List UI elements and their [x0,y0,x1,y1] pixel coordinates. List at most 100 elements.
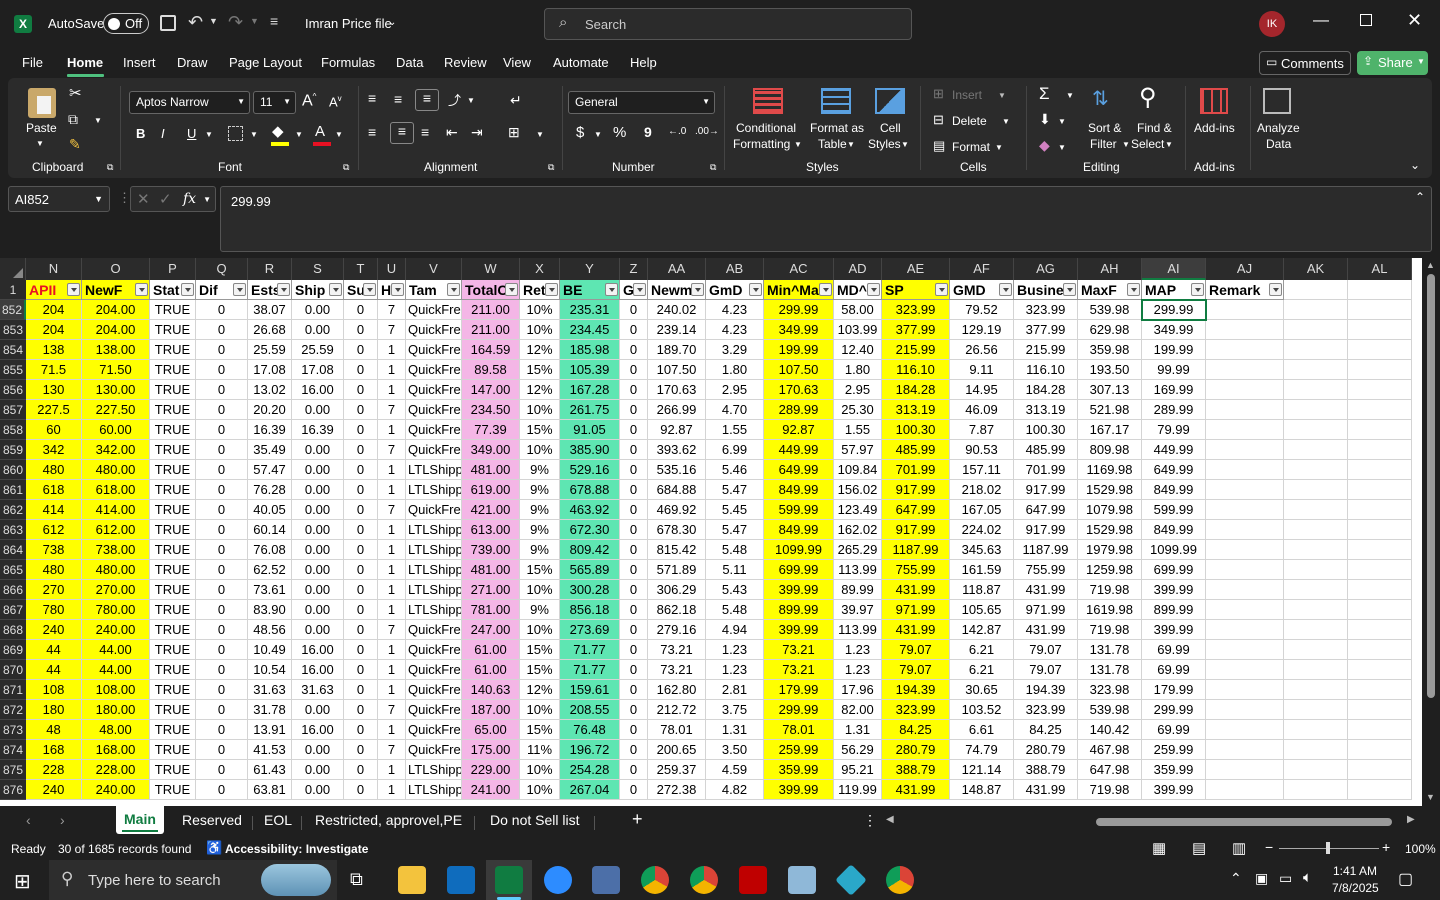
table-cell[interactable]: 0 [344,700,378,720]
table-cell[interactable]: 0 [196,400,248,420]
undo-dropdown-icon[interactable]: ▼ [209,16,218,26]
sheet-prev-icon[interactable]: ‹ [26,812,31,828]
row-header[interactable]: 874 [0,740,26,760]
table-cell[interactable]: 0 [344,420,378,440]
table-cell[interactable]: TRUE [150,500,196,520]
empty-cell[interactable] [1348,380,1412,400]
table-cell[interactable]: 862.18 [648,600,706,620]
table-cell[interactable]: 168.00 [82,740,150,760]
empty-cell[interactable] [1348,400,1412,420]
empty-cell[interactable] [1284,760,1348,780]
table-cell[interactable]: 0 [620,440,648,460]
table-cell[interactable]: 9% [520,500,560,520]
percent-button[interactable]: % [613,124,626,141]
table-cell[interactable]: 138 [26,340,82,360]
table-cell[interactable]: 612.00 [82,520,150,540]
table-cell[interactable]: 108 [26,680,82,700]
format-chevron-icon[interactable]: ▼ [995,143,1003,152]
underline-button[interactable]: U [187,126,196,141]
table-cell[interactable]: 199.99 [1142,340,1206,360]
empty-cell[interactable] [1348,500,1412,520]
row-header[interactable]: 870 [0,660,26,680]
copy-icon[interactable]: ⧉ [68,111,78,128]
table-cell[interactable]: 1.31 [834,720,882,740]
table-cell[interactable]: 239.14 [648,320,706,340]
table-cell[interactable]: 678.30 [648,520,706,540]
autosum-chevron-icon[interactable]: ▼ [1066,91,1074,100]
table-cell[interactable]: 0 [196,600,248,620]
empty-cell[interactable] [1206,500,1284,520]
borders-icon[interactable] [228,126,243,141]
table-cell[interactable]: 15% [520,640,560,660]
table-cell[interactable]: 6.21 [950,660,1014,680]
table-cell[interactable]: 10.49 [248,640,292,660]
table-cell[interactable]: 5.48 [706,600,764,620]
table-cell[interactable]: 12% [520,380,560,400]
table-cell[interactable]: 4.59 [706,760,764,780]
table-cell[interactable]: 719.98 [1078,580,1142,600]
table-cell[interactable]: 529.16 [560,460,620,480]
table-cell[interactable]: 0 [620,520,648,540]
autosave-toggle[interactable]: Off [103,13,149,34]
table-cell[interactable]: 388.79 [1014,760,1078,780]
table-cell[interactable]: 35.49 [248,440,292,460]
table-cell[interactable]: 31.63 [292,680,344,700]
empty-cell[interactable] [1206,320,1284,340]
table-cell[interactable]: 1 [378,540,406,560]
table-cell[interactable]: 44.00 [82,640,150,660]
table-cell[interactable]: 917.99 [1014,520,1078,540]
empty-cell[interactable] [1206,340,1284,360]
table-cell[interactable]: 0 [620,560,648,580]
table-cell[interactable]: TRUE [150,620,196,640]
volume-icon[interactable]: 🔈︎ [1303,869,1312,886]
table-header-cell[interactable]: Newm [648,280,706,300]
close-icon[interactable]: ✕ [1407,10,1422,31]
table-cell[interactable]: 204 [26,320,82,340]
table-header-cell[interactable]: Sui [344,280,378,300]
filter-dropdown-icon[interactable] [867,283,880,296]
number-launcher-icon[interactable]: ⧉ [710,162,716,173]
excel-icon[interactable] [495,866,523,894]
table-cell[interactable]: 10% [520,760,560,780]
table-cell[interactable]: 58.00 [834,300,882,320]
table-cell[interactable]: 71.5 [26,360,82,380]
table-cell[interactable]: 0 [344,580,378,600]
table-cell[interactable]: 719.98 [1078,780,1142,800]
table-cell[interactable]: 431.99 [1014,620,1078,640]
conditional-formatting-icon[interactable] [753,88,783,114]
table-cell[interactable]: 105.65 [950,600,1014,620]
empty-cell[interactable] [1348,600,1412,620]
filter-dropdown-icon[interactable] [749,283,762,296]
empty-cell[interactable] [1348,660,1412,680]
table-cell[interactable]: 169.99 [1142,380,1206,400]
empty-cell[interactable] [1206,480,1284,500]
column-header[interactable]: W [462,258,520,280]
column-header[interactable]: AA [648,258,706,280]
table-cell[interactable]: 809.98 [1078,440,1142,460]
sheet-next-icon[interactable]: › [60,812,65,828]
table-cell[interactable]: 0 [344,640,378,660]
table-cell[interactable]: QuickFre [406,420,462,440]
table-cell[interactable]: QuickFre [406,340,462,360]
empty-cell[interactable] [1206,380,1284,400]
table-cell[interactable]: 228.00 [82,760,150,780]
table-cell[interactable]: 2.95 [706,380,764,400]
table-header-cell[interactable]: GMD [950,280,1014,300]
table-cell[interactable]: 10.54 [248,660,292,680]
table-cell[interactable]: 224.02 [950,520,1014,540]
table-cell[interactable]: 809.42 [560,540,620,560]
table-cell[interactable]: 168 [26,740,82,760]
table-cell[interactable]: 0 [344,600,378,620]
table-cell[interactable]: 0 [196,500,248,520]
table-cell[interactable]: 480 [26,460,82,480]
table-cell[interactable]: QuickFre [406,300,462,320]
table-cell[interactable]: 0 [344,540,378,560]
table-cell[interactable]: 266.99 [648,400,706,420]
table-cell[interactable]: 414.00 [82,500,150,520]
table-cell[interactable]: 0 [620,780,648,800]
column-header[interactable]: AJ [1206,258,1284,280]
row-header[interactable]: 857 [0,400,26,420]
filter-dropdown-icon[interactable] [935,283,948,296]
table-cell[interactable]: 189.70 [648,340,706,360]
table-cell[interactable]: 77.39 [462,420,520,440]
